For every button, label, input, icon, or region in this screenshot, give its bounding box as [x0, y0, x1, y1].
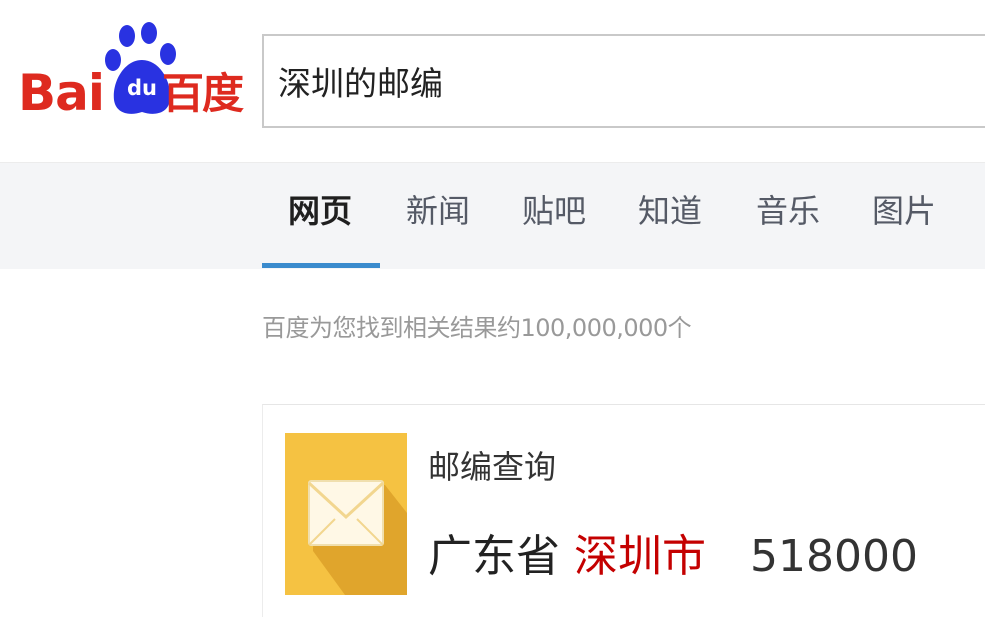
search-results-page: Bai du 百度 网页 新闻 贴吧 知道 音乐 图片 百度为您找到相关结果约1: [0, 0, 985, 617]
tab-images[interactable]: 图片: [872, 189, 936, 233]
tab-news[interactable]: 新闻: [406, 189, 470, 233]
tab-bar: 网页 新闻 贴吧 知道 音乐 图片: [0, 162, 985, 269]
logo-latin-text: Bai: [18, 64, 105, 122]
active-tab-indicator: [262, 263, 380, 268]
baidu-logo[interactable]: Bai du 百度: [18, 22, 244, 122]
postal-code: 518000: [750, 531, 918, 582]
search-input[interactable]: [278, 54, 938, 108]
envelope-icon: [285, 433, 407, 595]
logo-chinese-text: 百度: [162, 69, 244, 118]
result-count: 百度为您找到相关结果约100,000,000个: [262, 314, 692, 342]
tab-tieba[interactable]: 贴吧: [522, 189, 586, 233]
postcode-card: 邮编查询 广东省 深圳市 518000: [262, 404, 985, 617]
province: 广东省: [428, 531, 560, 582]
logo-paw-text: du: [127, 76, 157, 100]
city[interactable]: 深圳市: [574, 531, 706, 582]
tab-zhidao[interactable]: 知道: [638, 189, 702, 233]
tab-web[interactable]: 网页: [288, 189, 352, 233]
postcode-line: 广东省 深圳市 518000: [428, 527, 918, 587]
search-box[interactable]: [262, 34, 985, 128]
card-title: 邮编查询: [428, 448, 557, 486]
tab-music[interactable]: 音乐: [756, 189, 820, 233]
